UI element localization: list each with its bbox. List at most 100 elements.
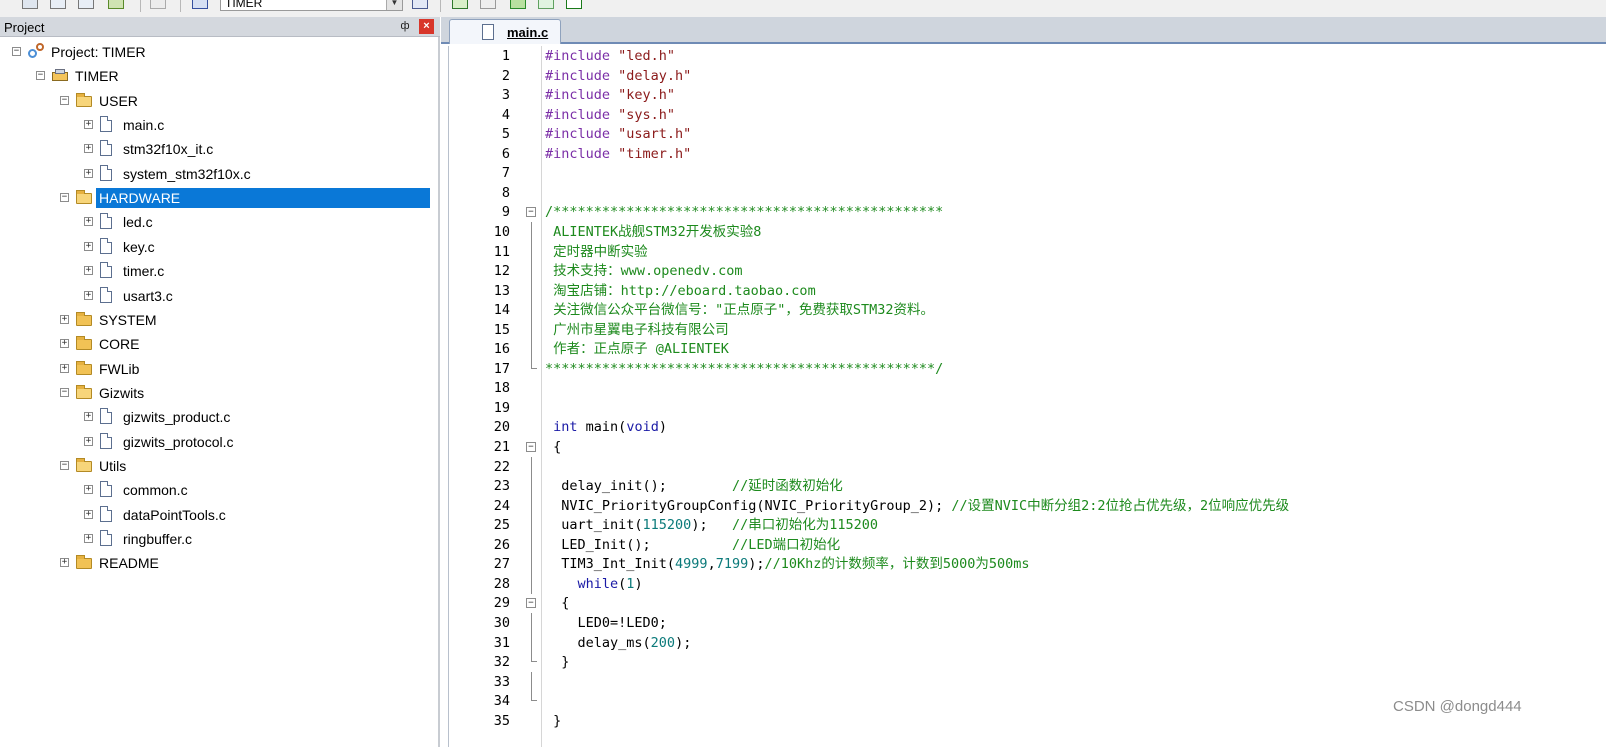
expand-icon[interactable]: + [84, 120, 93, 130]
tree-item[interactable]: + README [0, 553, 436, 575]
expand-icon[interactable]: + [60, 363, 69, 373]
code-line[interactable]: 8 [449, 183, 1606, 203]
code-line[interactable]: 19 [449, 398, 1606, 418]
expand-icon[interactable]: + [84, 217, 93, 227]
code-line[interactable]: 30 LED0=!LED0; [449, 612, 1606, 633]
tree-item[interactable]: + timer.c [0, 261, 436, 283]
fold-icon[interactable]: − [526, 598, 536, 609]
code-line[interactable]: 24 NVIC_PriorityGroupConfig(NVIC_Priorit… [449, 495, 1606, 516]
run-time-environment-icon[interactable] [566, 0, 582, 9]
code-line[interactable]: 32 } [449, 652, 1606, 672]
code-line[interactable]: 6 #include "timer.h" [449, 144, 1606, 164]
code-line[interactable]: 13 淘宝店铺：http://eboard.taobao.com [449, 280, 1606, 301]
code-line[interactable]: 25 uart_init(115200); //串口初始化为115200 [449, 515, 1606, 536]
code-line[interactable]: 16 作者：正点原子 @ALIENTEK [449, 339, 1606, 360]
code-line[interactable]: 18 [449, 378, 1606, 398]
expand-icon[interactable]: + [84, 412, 93, 422]
expand-icon[interactable]: + [60, 314, 69, 324]
code-line[interactable]: 1 #include "led.h" [449, 46, 1606, 66]
code-line[interactable]: 29 − { [449, 593, 1606, 613]
expand-icon[interactable]: + [84, 534, 93, 543]
tree-item[interactable]: − TIMER [0, 66, 436, 88]
code-line[interactable]: 22 [449, 456, 1606, 477]
collapse-icon[interactable]: − [60, 193, 69, 203]
code-line[interactable]: 31 delay_ms(200); [449, 632, 1606, 653]
tree-item[interactable]: − Gizwits [0, 383, 436, 405]
tree-item[interactable]: + main.c [0, 115, 436, 137]
collapse-icon[interactable]: − [60, 95, 69, 105]
code-line[interactable]: 20 int main(void) [449, 417, 1606, 437]
code-line[interactable]: 11 定时器中断实验 [449, 241, 1606, 262]
expand-icon[interactable]: + [84, 436, 93, 446]
expand-icon[interactable]: + [84, 485, 93, 495]
fold-icon[interactable]: − [526, 207, 536, 218]
tree-item[interactable]: + ringbuffer.c [0, 529, 436, 551]
collapse-icon[interactable]: − [60, 387, 69, 397]
tree-item[interactable]: + gizwits_protocol.c [0, 432, 436, 454]
collapse-icon[interactable]: − [36, 71, 45, 81]
tree-item[interactable]: − HARDWARE [0, 188, 436, 210]
tree-item[interactable]: + key.c [0, 237, 436, 259]
tree-item[interactable]: + gizwits_product.c [0, 407, 436, 429]
collapse-icon[interactable]: − [60, 460, 69, 470]
code-line[interactable]: 33 [449, 671, 1606, 692]
tree-item[interactable]: + SYSTEM [0, 310, 436, 332]
tree-item[interactable]: + led.c [0, 212, 436, 234]
tree-item[interactable]: − Utils [0, 456, 436, 478]
expand-icon[interactable]: + [84, 266, 93, 276]
tree-item[interactable]: + stm32f10x_it.c [0, 139, 436, 161]
manage-project-icon[interactable] [452, 0, 468, 9]
rebuild-icon[interactable] [78, 0, 94, 9]
code-line[interactable]: 12 技术支持：www.openedv.com [449, 261, 1606, 282]
expand-icon[interactable]: + [84, 168, 93, 178]
close-icon[interactable]: × [419, 19, 434, 34]
code-text: ALIENTEK战舰STM32开发板实验8 [545, 222, 761, 242]
panel-splitter[interactable] [438, 37, 440, 747]
select-packs-icon[interactable] [538, 0, 554, 9]
code-line[interactable]: 9 −/*************************************… [449, 202, 1606, 222]
tree-item[interactable]: + system_stm32f10x.c [0, 164, 436, 186]
tab-main-c[interactable]: main.c [449, 19, 561, 44]
file-extensions-icon[interactable] [480, 0, 496, 9]
code-line[interactable]: 2 #include "delay.h" [449, 66, 1606, 86]
tree-item[interactable]: + CORE [0, 334, 436, 356]
code-line[interactable]: 14 关注微信公众平台微信号："正点原子"，免费获取STM32资料。 [449, 300, 1606, 321]
code-line[interactable]: 15 广州市星翼电子科技有限公司 [449, 319, 1606, 340]
fold-icon[interactable]: − [526, 442, 536, 452]
pin-icon[interactable]: ф [398, 19, 412, 33]
stop-build-icon[interactable] [150, 0, 166, 9]
code-editor[interactable]: 1 #include "led.h" 2 #include "delay.h" 3 #in… [448, 46, 1606, 747]
options-for-target-icon[interactable] [412, 0, 428, 9]
expand-icon[interactable]: + [60, 339, 69, 349]
expand-icon[interactable]: + [60, 558, 69, 568]
code-line[interactable]: 7 [449, 163, 1606, 183]
code-line[interactable]: 10 ALIENTEK战舰STM32开发板实验8 [449, 221, 1606, 242]
code-line[interactable]: 17 **************************************… [449, 358, 1606, 379]
target-select[interactable]: TIMER ▼ [220, 0, 403, 11]
expand-icon[interactable]: + [84, 144, 93, 154]
code-line[interactable]: 27 TIM3_Int_Init(4999,7199);//10Khz的计数频率… [449, 554, 1606, 575]
code-line[interactable]: 3 #include "key.h" [449, 85, 1606, 105]
code-line[interactable]: 5 #include "usart.h" [449, 124, 1606, 144]
expand-icon[interactable]: + [84, 509, 93, 519]
tree-item[interactable]: − USER [0, 91, 436, 113]
chevron-down-icon[interactable]: ▼ [386, 0, 402, 10]
code-line[interactable]: 28 while(1) [449, 573, 1606, 594]
tree-item[interactable]: − Project: TIMER [0, 42, 436, 64]
expand-icon[interactable]: + [84, 290, 93, 300]
code-line[interactable]: 21 − { [449, 437, 1606, 457]
collapse-icon[interactable]: − [12, 47, 21, 56]
build-icon[interactable] [50, 0, 66, 9]
batch-build-icon[interactable] [108, 0, 124, 9]
expand-icon[interactable]: + [84, 241, 93, 251]
code-line[interactable]: 26 LED_Init(); //LED端口初始化 [449, 534, 1606, 555]
tree-item[interactable]: + FWLib [0, 359, 436, 381]
code-line[interactable]: 4 #include "sys.h" [449, 105, 1606, 125]
pack-installer-icon[interactable] [510, 0, 526, 9]
new-file-icon[interactable] [22, 0, 38, 9]
download-icon[interactable] [192, 0, 208, 9]
tree-item[interactable]: + dataPointTools.c [0, 505, 436, 527]
tree-item[interactable]: + common.c [0, 480, 436, 502]
tree-item[interactable]: + usart3.c [0, 286, 436, 308]
code-line[interactable]: 23 delay_init(); //延时函数初始化 [449, 476, 1606, 497]
